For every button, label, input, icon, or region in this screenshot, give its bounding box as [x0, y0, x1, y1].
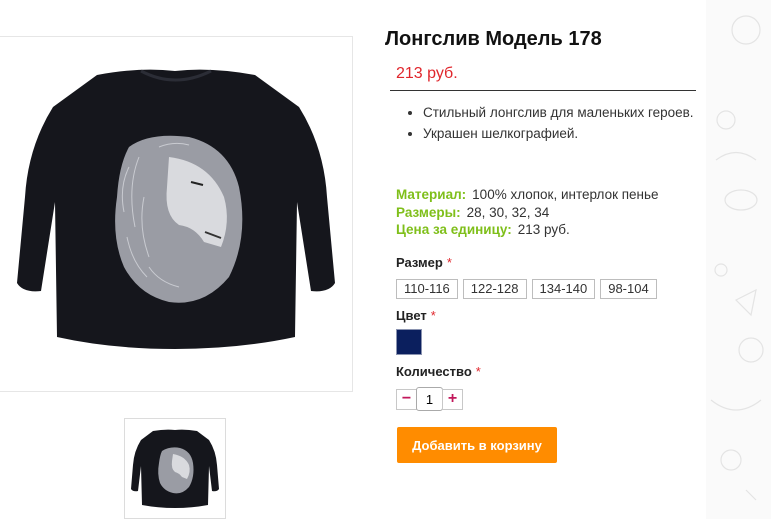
quantity-stepper: − +	[396, 387, 463, 411]
required-mark: *	[475, 364, 481, 379]
product-price: 213 руб.	[396, 65, 458, 82]
color-label: Цвет *	[396, 308, 436, 323]
color-swatch-navy[interactable]	[396, 329, 422, 355]
size-option-110-116[interactable]: 110-116	[396, 279, 458, 299]
size-option-122-128[interactable]: 122-128	[462, 279, 527, 299]
property-material: Материал: 100% хлопок, интерлок пенье	[396, 186, 659, 204]
quantity-increase-button[interactable]: +	[442, 388, 463, 410]
lion-print-icon	[115, 135, 243, 303]
longsleeve-shirt-icon	[17, 69, 335, 349]
property-value: 28, 30, 32, 34	[466, 204, 550, 220]
size-label-text: Размер	[396, 255, 443, 270]
product-description: Стильный лонгслив для маленьких героев. …	[395, 102, 713, 144]
required-mark: *	[430, 308, 436, 323]
property-value: 213 руб.	[517, 222, 570, 237]
size-selector: 110-116 122-128 134-140 98-104	[396, 279, 657, 299]
quantity-label-text: Количество	[396, 364, 472, 379]
property-sizes: Размеры: 28, 30, 32, 34	[396, 204, 659, 222]
doodle-pattern-icon	[710, 15, 764, 501]
size-option-134-140[interactable]: 134-140	[531, 279, 596, 299]
product-thumbnail[interactable]	[124, 418, 226, 519]
decorative-background-strip	[706, 0, 771, 519]
description-item: Украшен шелкографией.	[423, 123, 713, 144]
color-label-text: Цвет	[396, 308, 427, 323]
property-key: Материал:	[396, 187, 467, 202]
quantity-decrease-button[interactable]: −	[396, 388, 417, 410]
size-label: Размер *	[396, 255, 452, 270]
longsleeve-thumb-icon	[131, 429, 219, 508]
add-to-cart-button[interactable]: Добавить в корзину	[397, 427, 557, 463]
product-title: Лонгслив Модель 178	[385, 28, 602, 50]
quantity-input[interactable]	[416, 387, 443, 411]
property-key: Размеры:	[396, 204, 461, 220]
size-option-98-104[interactable]: 98-104	[600, 279, 657, 299]
quantity-label: Количество *	[396, 364, 481, 379]
product-main-image[interactable]	[0, 36, 353, 392]
required-mark: *	[446, 255, 452, 270]
property-value: 100% хлопок, интерлок пенье	[472, 187, 659, 202]
description-item: Стильный лонгслив для маленьких героев.	[423, 102, 713, 123]
property-unit-price: Цена за единицу: 213 руб.	[396, 221, 659, 239]
divider	[390, 90, 696, 91]
product-properties: Материал: 100% хлопок, интерлок пенье Раз…	[396, 186, 659, 239]
property-key: Цена за единицу:	[396, 222, 512, 237]
